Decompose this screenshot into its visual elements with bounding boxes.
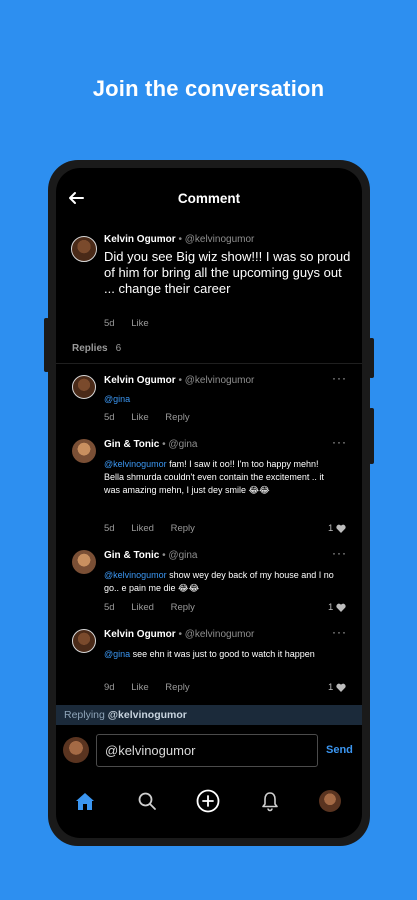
author-name[interactable]: Kelvin Ogumor [104,375,176,386]
reply-meta: 5d Liked Reply [104,523,209,534]
reply-meta: 5d Liked Reply [104,602,209,613]
bottom-nav [56,774,362,824]
reply-text: @kelvinogumor fam! I saw it oo!! I'm too… [104,458,339,497]
author-handle: • @kelvinogumor [178,375,255,386]
reply-time: 9d [104,682,115,693]
send-button[interactable]: Send [326,744,353,756]
reply-text: @gina see ehn it was just to good to wat… [104,648,344,661]
mention-link[interactable]: @kelvinogumor [104,459,167,469]
avatar[interactable] [72,550,96,574]
reply-body: see ehn it was just to good to watch it … [130,649,315,659]
avatar [63,737,89,763]
reply-time: 5d [104,412,115,423]
like-button[interactable]: Like [131,412,148,423]
more-options-icon[interactable]: ··· [332,371,347,385]
like-count-value: 1 [328,682,334,693]
avatar[interactable] [72,375,96,399]
reply-text: @gina [104,393,329,406]
comment-text: Did you see Big wiz show!!! I was so pro… [104,249,351,296]
comment-time: 5d [104,318,115,329]
reply-input[interactable] [96,734,318,767]
app-screen: Comment Kelvin Ogumor • @kelvinogumor Di… [56,168,362,838]
reply-author: Kelvin Ogumor • @kelvinogumor [104,629,254,640]
author-handle: • @gina [162,439,198,450]
top-bar: Comment [56,168,362,228]
author-handle: • @kelvinogumor [178,234,255,245]
reply-button[interactable]: Reply [171,602,195,613]
plus-circle-icon[interactable] [196,789,220,813]
replying-label: Replying [64,709,105,721]
reply-meta: 5d Like Reply [104,412,204,423]
replying-banner: Replying @kelvinogumor [56,705,362,725]
reply-author: Kelvin Ogumor • @kelvinogumor [104,375,254,386]
bell-icon[interactable] [259,790,281,812]
reply-text: @kelvinogumor show wey dey back of my ho… [104,569,339,595]
search-icon[interactable] [136,790,158,812]
avatar[interactable] [72,629,96,653]
heart-icon [336,524,346,533]
replies-label: Replies [72,343,108,354]
author-name[interactable]: Kelvin Ogumor [104,629,176,640]
home-icon[interactable] [74,790,96,812]
headline: Join the conversation [92,76,325,101]
comment-meta: 5d Like [104,318,163,329]
more-options-icon[interactable]: ··· [332,546,347,560]
author-handle: • @kelvinogumor [178,629,255,640]
divider [56,363,362,364]
reply-meta: 9d Like Reply [104,682,204,693]
liked-button[interactable]: Liked [131,602,154,613]
replies-count: 6 [115,343,122,354]
author-name[interactable]: Gin & Tonic [104,439,159,450]
mention-link[interactable]: @gina [104,394,130,404]
replying-handle: @kelvinogumor [107,709,187,721]
replies-header: Replies 6 [72,343,121,354]
more-options-icon[interactable]: ··· [332,625,347,639]
heart-icon [336,683,346,692]
like-count-value: 1 [328,602,334,613]
like-count[interactable]: 1 [328,523,346,534]
reply-button[interactable]: Reply [165,682,189,693]
author-name[interactable]: Gin & Tonic [104,550,159,561]
author-handle: • @gina [162,550,198,561]
reply-button[interactable]: Reply [165,412,189,423]
author-name[interactable]: Kelvin Ogumor [104,234,176,245]
comment-author: Kelvin Ogumor • @kelvinogumor [104,234,254,245]
avatar[interactable] [72,439,96,463]
page-title: Comment [177,191,241,206]
reply-time: 5d [104,523,115,534]
reply-author: Gin & Tonic • @gina [104,550,198,561]
like-button[interactable]: Like [131,682,148,693]
more-options-icon[interactable]: ··· [332,435,347,449]
liked-button[interactable]: Liked [131,523,154,534]
reply-author: Gin & Tonic • @gina [104,439,198,450]
like-count-value: 1 [328,523,334,534]
like-button[interactable]: Like [131,318,148,329]
like-count[interactable]: 1 [328,682,346,693]
reply-time: 5d [104,602,115,613]
avatar[interactable] [71,236,97,262]
like-count[interactable]: 1 [328,602,346,613]
reply-button[interactable]: Reply [171,523,195,534]
mention-link[interactable]: @gina [104,649,130,659]
heart-icon [336,603,346,612]
profile-avatar[interactable] [319,790,341,812]
mention-link[interactable]: @kelvinogumor [104,570,167,580]
